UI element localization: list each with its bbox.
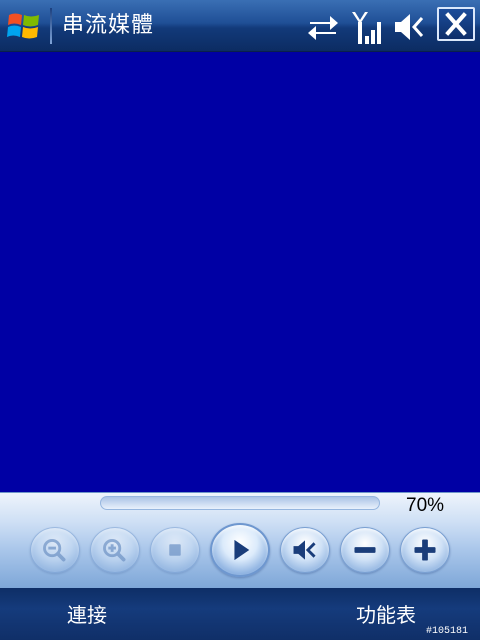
minus-icon xyxy=(354,547,376,553)
video-display[interactable] xyxy=(0,52,480,492)
progress-bar[interactable] xyxy=(100,496,380,510)
start-button[interactable] xyxy=(0,0,50,52)
title-separator xyxy=(50,8,52,44)
softkey-connect[interactable]: 連接 xyxy=(67,602,107,628)
close-icon xyxy=(445,12,467,36)
app-title: 串流媒體 xyxy=(62,13,155,38)
control-panel: 70% xyxy=(0,492,480,588)
close-button[interactable] xyxy=(437,7,475,41)
connectivity-icon[interactable] xyxy=(306,10,340,44)
zoom-out-icon xyxy=(43,539,66,562)
softkey-bar: 連接 功能表 xyxy=(0,588,480,640)
windows-flag-icon xyxy=(7,13,39,39)
signal-icon[interactable] xyxy=(350,10,384,44)
volume-readout: 70% xyxy=(406,495,445,516)
zoom-out-button[interactable] xyxy=(30,527,80,573)
volume-down-button[interactable] xyxy=(340,527,390,573)
zoom-in-button[interactable] xyxy=(90,527,140,573)
stop-button[interactable] xyxy=(150,527,200,573)
plus-icon xyxy=(414,539,436,561)
softkey-menu[interactable]: 功能表 xyxy=(356,602,416,628)
mute-button[interactable] xyxy=(280,527,330,573)
watermark: #105181 xyxy=(426,626,469,637)
title-bar: 串流媒體 xyxy=(0,0,480,52)
speaker-mute-icon[interactable] xyxy=(392,10,426,44)
play-icon xyxy=(234,539,250,561)
volume-up-button[interactable] xyxy=(400,527,450,573)
zoom-in-icon xyxy=(103,539,126,562)
speaker-mute-icon xyxy=(293,540,316,560)
play-button[interactable] xyxy=(210,523,270,577)
stop-icon xyxy=(169,544,181,556)
